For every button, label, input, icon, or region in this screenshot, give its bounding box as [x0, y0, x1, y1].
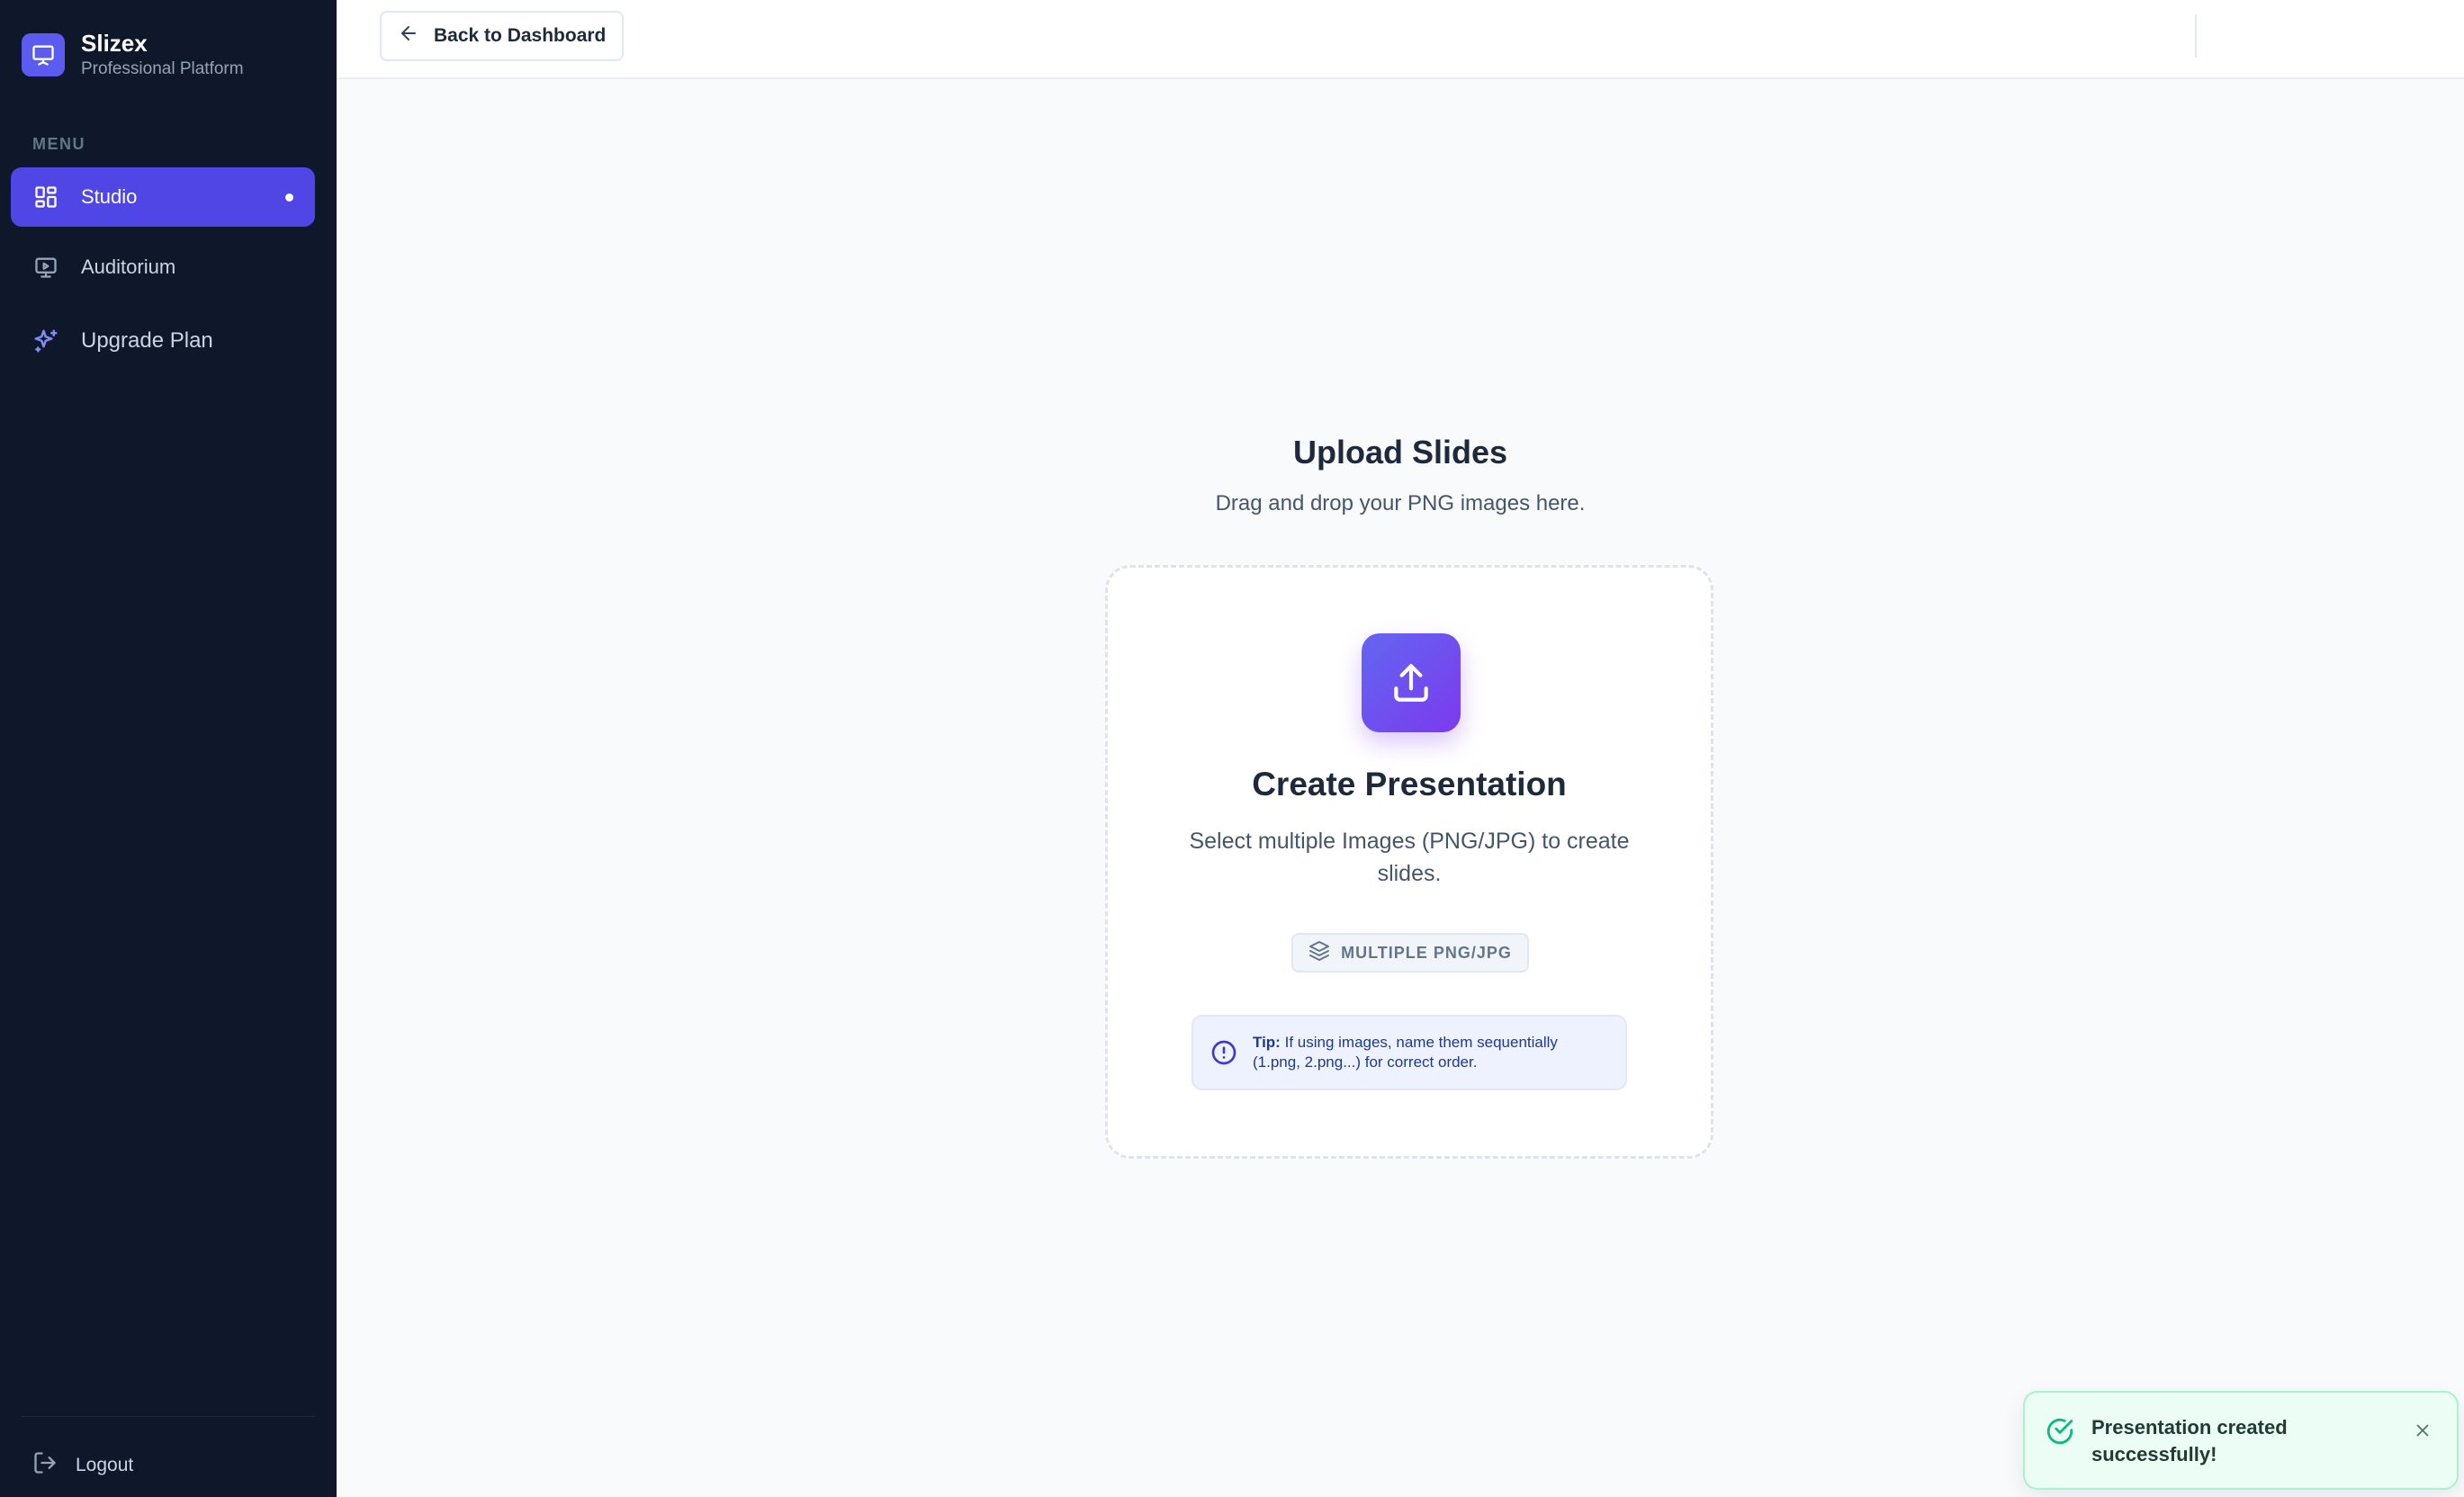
sidebar-item-label: Studio [81, 185, 138, 208]
sidebar-item-upgrade-plan[interactable]: Upgrade Plan [11, 311, 315, 371]
sparkles-icon [32, 327, 59, 354]
logout-label: Logout [76, 1455, 134, 1475]
brand-name: Slizex [81, 30, 148, 57]
top-bar: Back to Dashboard [337, 0, 2464, 79]
upload-icon [1362, 633, 1461, 732]
back-to-dashboard-label: Back to Dashboard [434, 25, 607, 46]
menu-label: MENU [32, 135, 85, 153]
brand-text: Slizex Professional Platform [81, 29, 244, 81]
monitor-play-icon [32, 254, 59, 281]
tip-text: Tip: If using images, name them sequenti… [1253, 1033, 1609, 1072]
presentation-icon [22, 33, 65, 76]
back-to-dashboard-button[interactable]: Back to Dashboard [380, 11, 625, 61]
logout-button[interactable]: Logout [32, 1450, 133, 1481]
tip-box: Tip: If using images, name them sequenti… [1192, 1015, 1627, 1090]
app-root: Slizex Professional Platform MENU Studio [0, 0, 2464, 1497]
brand[interactable]: Slizex Professional Platform [22, 29, 244, 81]
file-type-badge: MULTIPLE PNG/JPG [1291, 933, 1529, 973]
sidebar-divider [22, 1416, 315, 1417]
page-subtitle: Drag and drop your PNG images here. [1215, 491, 1586, 515]
info-icon [1210, 1038, 1238, 1067]
upload-dropzone[interactable]: Create Presentation Select multiple Imag… [1105, 565, 1713, 1159]
layers-icon [1308, 940, 1330, 966]
sidebar-item-label: Auditorium [81, 255, 176, 278]
check-circle-icon [2045, 1416, 2075, 1451]
active-indicator-dot [285, 193, 293, 202]
grid-icon [32, 184, 59, 211]
sidebar: Slizex Professional Platform MENU Studio [0, 0, 337, 1497]
logout-icon [32, 1450, 58, 1481]
arrow-left-icon [398, 22, 419, 49]
file-type-badge-label: MULTIPLE PNG/JPG [1341, 943, 1512, 962]
topbar-divider [2195, 14, 2197, 58]
sidebar-item-auditorium[interactable]: Auditorium [11, 238, 315, 297]
toast-message: Presentation created successfully! [2091, 1416, 2288, 1466]
close-icon[interactable] [2410, 1418, 2435, 1443]
sidebar-item-label: Upgrade Plan [81, 328, 213, 353]
page-title: Upload Slides [1292, 434, 1508, 471]
brand-subtitle: Professional Platform [81, 59, 244, 78]
dropzone-title: Create Presentation [1252, 766, 1567, 802]
tip-message: If using images, name them sequentially … [1253, 1034, 1558, 1071]
dropzone-description: Select multiple Images (PNG/JPG) to crea… [1189, 829, 1630, 886]
tip-label: Tip: [1253, 1034, 1281, 1051]
success-toast: Presentation created successfully! [2023, 1391, 2459, 1490]
sidebar-item-studio[interactable]: Studio [11, 167, 315, 227]
